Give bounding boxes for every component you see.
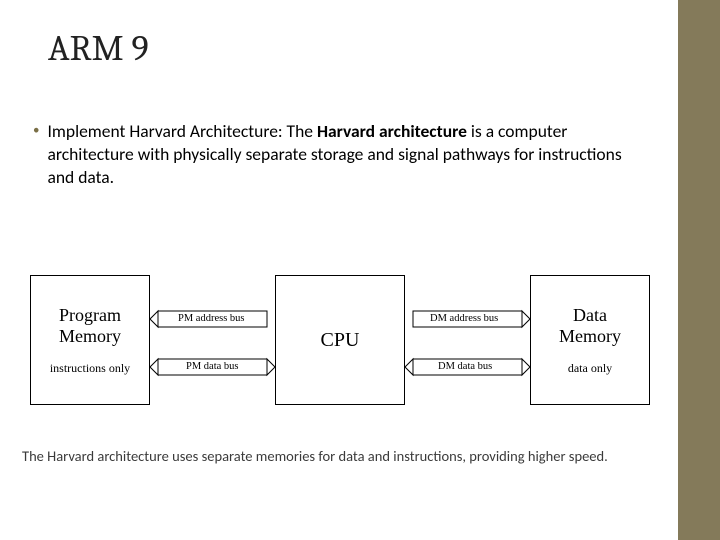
bullet-marker: • (33, 123, 39, 138)
bullet-text: Implement Harvard Architecture: The Harv… (47, 120, 650, 188)
bullet-item: • Implement Harvard Architecture: The Ha… (33, 120, 650, 188)
data-memory-box: Data Memory data only (530, 275, 650, 405)
accent-sidebar (678, 0, 720, 540)
program-memory-box: Program Memory instructions only (30, 275, 150, 405)
pm-address-bus-label: PM address bus (178, 313, 245, 324)
bullet-bold: Harvard architecture (317, 120, 467, 142)
diagram-caption: The Harvard architecture uses separate m… (22, 447, 608, 465)
bullet-prefix: Implement Harvard Architecture: The (47, 120, 316, 142)
cpu-box: CPU (275, 275, 405, 405)
program-memory-sub: instructions only (50, 361, 130, 376)
program-memory-title: Program Memory (59, 305, 121, 347)
dm-data-bus-label: DM data bus (438, 361, 492, 372)
harvard-diagram: Program Memory instructions only CPU Dat… (30, 275, 650, 445)
data-memory-title: Data Memory (559, 305, 621, 347)
data-memory-sub: data only (568, 361, 612, 376)
pm-data-bus-label: PM data bus (186, 361, 239, 372)
slide-title: ARM 9 (48, 28, 149, 69)
dm-address-bus-label: DM address bus (430, 313, 498, 324)
cpu-label: CPU (321, 329, 360, 352)
